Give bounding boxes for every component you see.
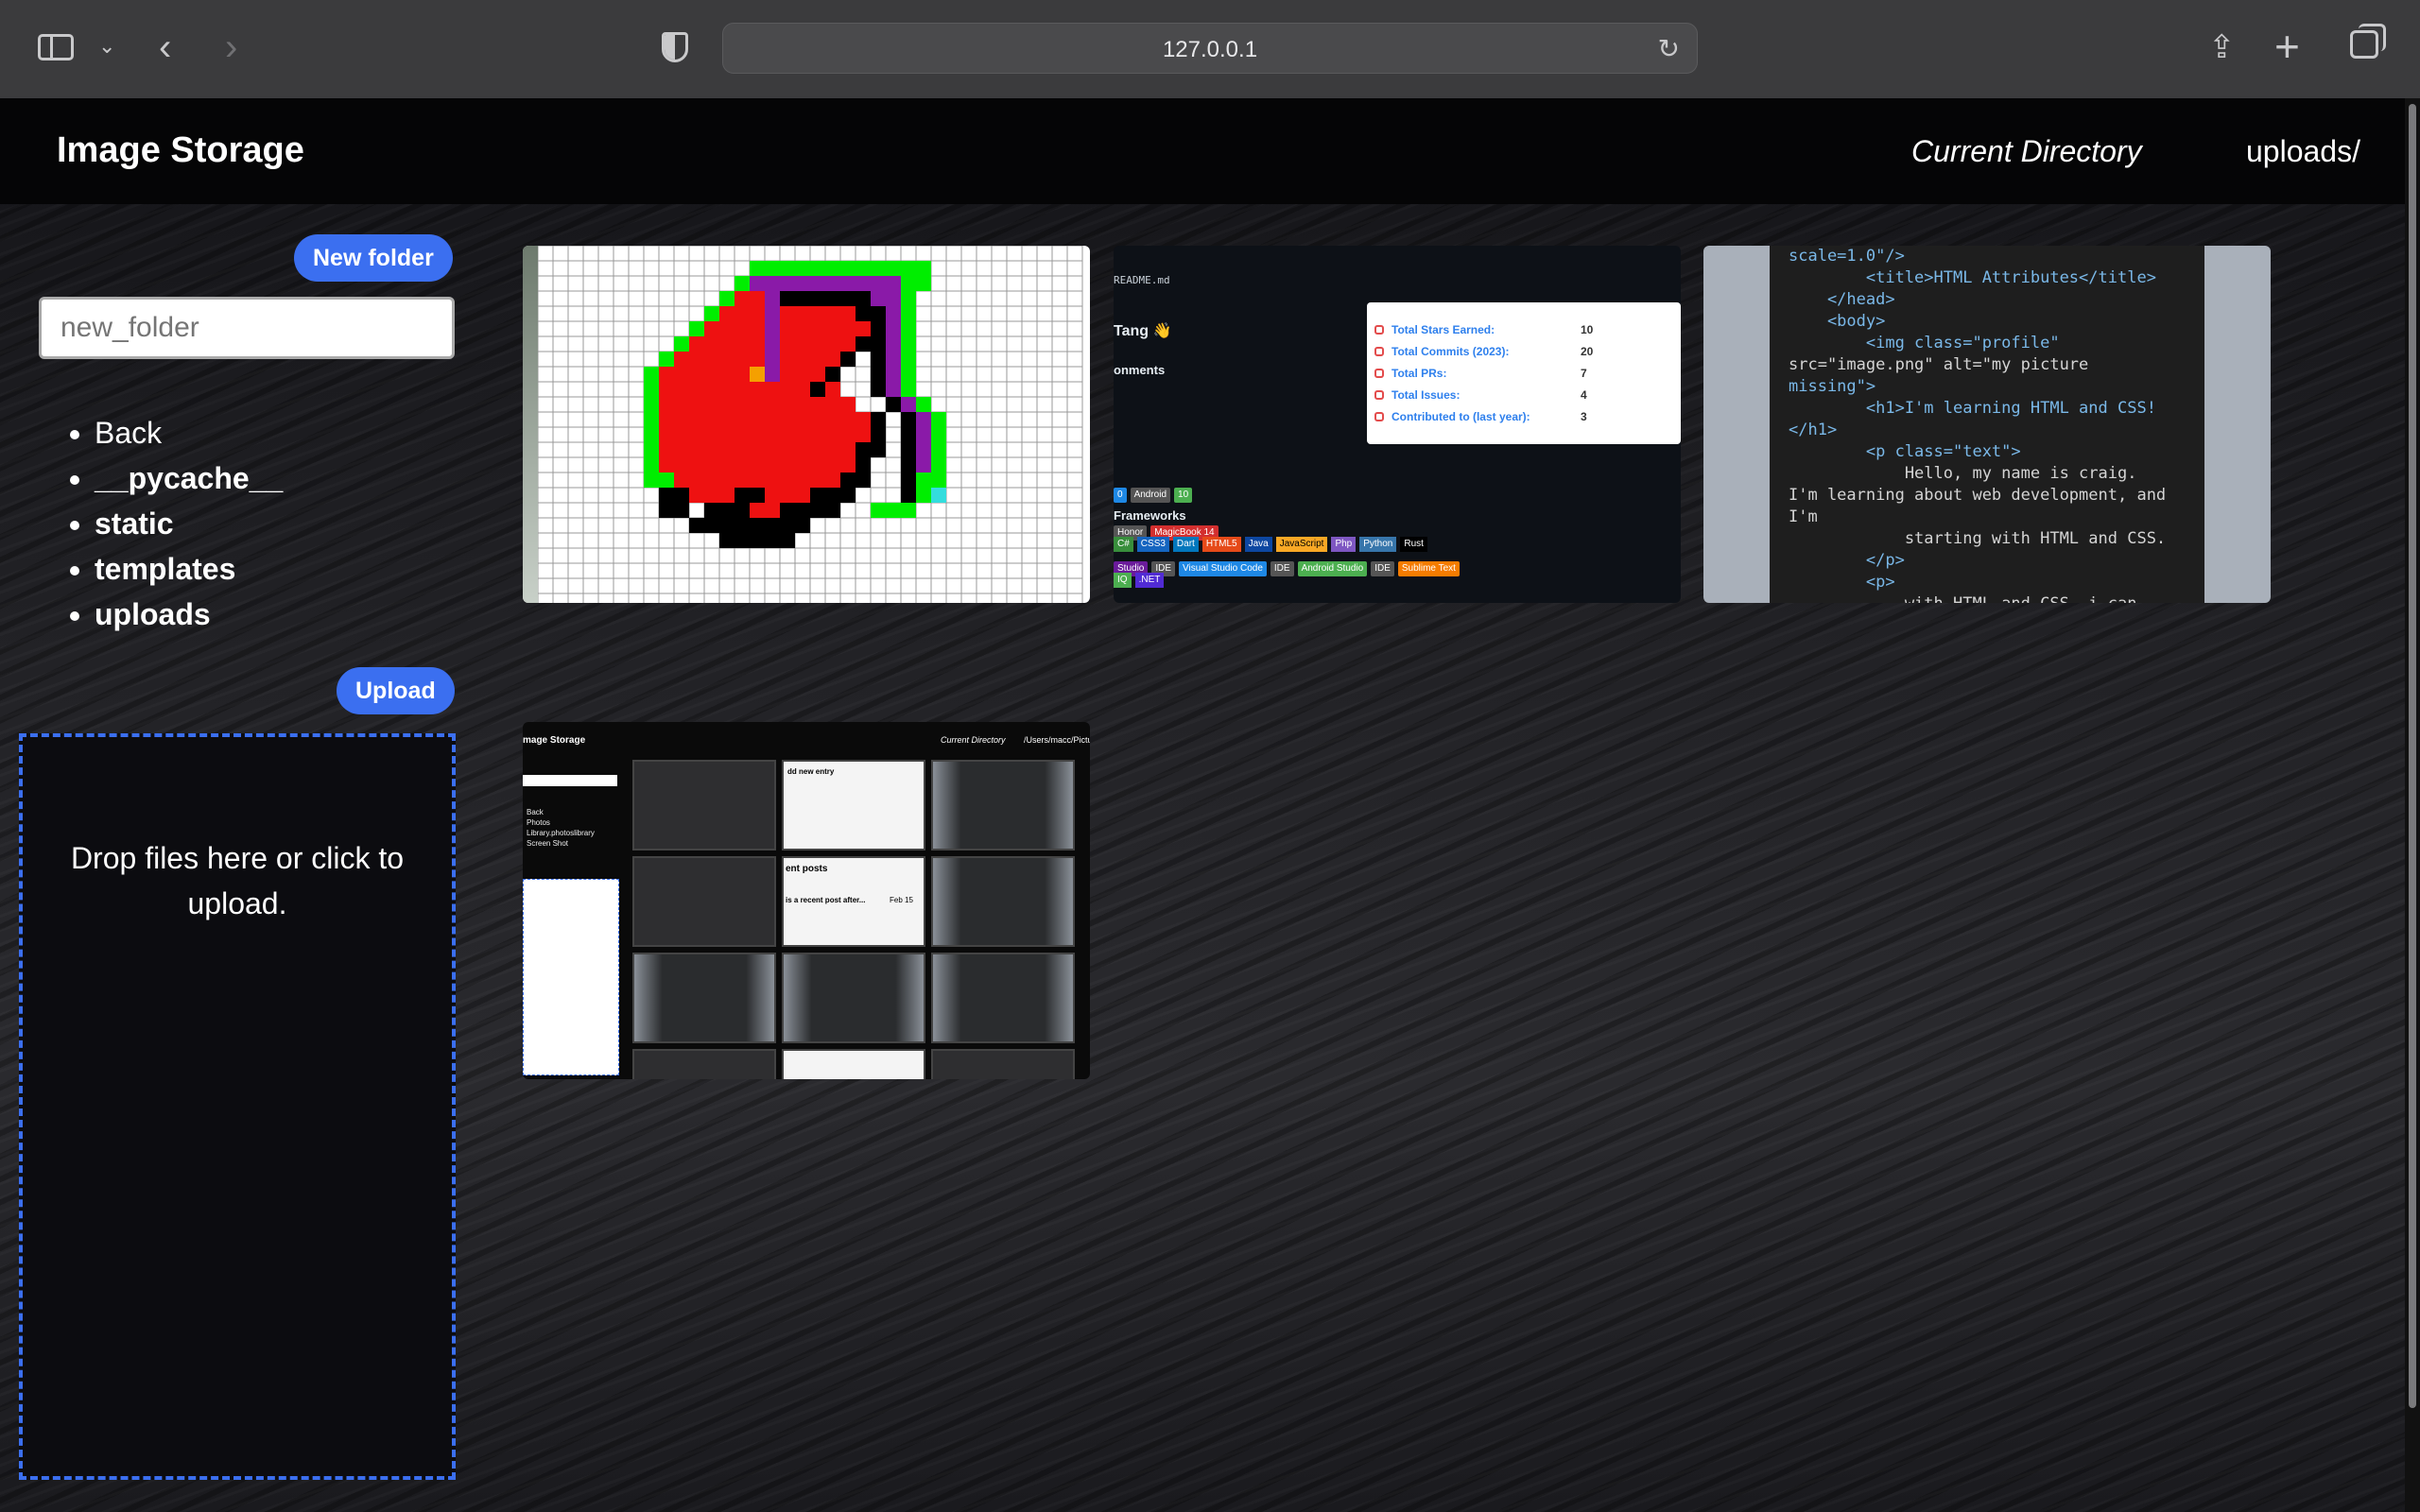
code-line: Hello, my name is craig. <box>1789 464 2137 483</box>
readme-frameworks-heading: Frameworks <box>1114 508 1186 523</box>
page-title: Image Storage <box>57 130 304 170</box>
share-icon[interactable]: ⇪ <box>2208 28 2236 66</box>
folder-list: Back __pycache__ static templates upload… <box>57 410 283 637</box>
dropzone-text: Drop files here or click to upload. <box>70 841 405 920</box>
mini-tile: ent posts is a recent post after... Feb … <box>782 856 925 947</box>
folder-item-pycache[interactable]: __pycache__ <box>95 455 283 501</box>
code-line: I'm <box>1789 507 1818 526</box>
upload-button[interactable]: Upload <box>337 667 455 714</box>
sidebar-toggle-icon[interactable] <box>38 34 74 60</box>
mini-input <box>523 775 617 786</box>
image-thumbnail-app-screenshot[interactable]: mage Storage Current Directory /Users/ma… <box>523 722 1090 1079</box>
mini-tile <box>632 856 776 947</box>
page-scrollbar[interactable] <box>2405 98 2420 1512</box>
image-thumbnail-pixel-art[interactable] <box>523 246 1090 603</box>
reload-icon[interactable]: ↻ <box>1658 33 1680 64</box>
folder-item-static[interactable]: static <box>95 501 283 546</box>
mini-tile <box>931 953 1075 1043</box>
readme-greeting: Tang 👋 <box>1114 323 1172 339</box>
code-line: <img class="profile" <box>1789 334 2060 352</box>
page-body: Image Storage Current Directory uploads/… <box>0 98 2405 1512</box>
code-line: </h1> <box>1789 421 1838 439</box>
folder-item-templates[interactable]: templates <box>95 546 283 592</box>
code-line: <h1>I'm learning HTML and CSS! <box>1789 399 2156 418</box>
current-directory-value: uploads/ <box>2246 134 2360 168</box>
image-thumbnail-readme[interactable]: README.md Tang 👋 onments Frameworks Tota… <box>1114 246 1681 603</box>
new-folder-input[interactable] <box>39 297 455 359</box>
badge-row: Honor MagicBook 14 <box>1114 525 1219 541</box>
pr-icon <box>1374 369 1384 378</box>
code-line: </p> <box>1789 551 1905 570</box>
code-line: <title>HTML Attributes</title> <box>1789 268 2156 287</box>
code-line: with HTML and CSS, i can <box>1789 593 2204 603</box>
badge-row: Studio IDE Visual Studio Code IDE Androi… <box>1114 561 1460 576</box>
mini-title: mage Storage <box>523 735 586 746</box>
code-snippet: scale=1.0"/> <title>HTML Attributes</tit… <box>1770 246 2204 603</box>
stat-row: Total Commits (2023): 20 <box>1392 345 1594 358</box>
stat-row: Total PRs: 7 <box>1392 367 1587 380</box>
folder-item-back[interactable]: Back <box>95 410 283 455</box>
code-line: <p> <box>1789 573 1895 592</box>
mini-tile <box>931 760 1075 850</box>
mini-path: /Users/macc/Pictur <box>1024 735 1090 745</box>
url-text: 127.0.0.1 <box>1162 37 1258 62</box>
code-line: I'm learning about web development, and <box>1789 486 2167 505</box>
new-folder-button[interactable]: New folder <box>294 234 453 282</box>
scrollbar-thumb[interactable] <box>2409 104 2416 1408</box>
new-tab-icon[interactable]: + <box>2274 21 2300 72</box>
forward-icon[interactable]: › <box>225 26 237 69</box>
current-directory-label: Current Directory <box>1911 134 2142 168</box>
mini-tile: dd new entry <box>782 760 925 850</box>
address-bar[interactable]: 127.0.0.1 ↻ <box>722 23 1698 74</box>
tab-overview-icon[interactable] <box>2350 24 2386 59</box>
file-dropzone[interactable]: Drop files here or click to upload. <box>19 733 456 1480</box>
mini-tile <box>632 1049 776 1079</box>
folder-item-uploads[interactable]: uploads <box>95 592 283 637</box>
code-line: scale=1.0"/> <box>1789 247 1905 266</box>
readme-environments-heading: onments <box>1114 363 1166 377</box>
mini-tile <box>782 1049 925 1079</box>
mini-tile <box>632 953 776 1043</box>
mini-tile <box>782 953 925 1043</box>
code-line: src="image.png" alt="my picture <box>1789 355 2089 374</box>
chevron-down-icon[interactable]: ⌄ <box>98 34 115 59</box>
code-line: <p class="text"> <box>1789 442 2021 461</box>
code-line: <body> <box>1789 312 1886 331</box>
code-line: </head> <box>1789 290 1895 309</box>
mini-current-directory: Current Directory <box>941 735 1006 745</box>
mini-dropzone <box>523 879 619 1075</box>
repo-icon <box>1374 412 1384 421</box>
mini-tile <box>632 760 776 850</box>
badge-row: 0 Android 10 <box>1114 488 1193 503</box>
pixel-art-image <box>538 246 1083 603</box>
stat-row: Total Issues: 4 <box>1392 388 1587 402</box>
code-line: starting with HTML and CSS. <box>1789 529 2167 548</box>
readme-filename: README.md <box>1114 274 1170 286</box>
site-header: Image Storage Current Directory uploads/ <box>0 98 2405 204</box>
thumbnail-edge <box>523 246 538 603</box>
commit-icon <box>1374 347 1384 356</box>
github-stats-card: Total Stars Earned: 10 Total Commits (202… <box>1367 302 1681 444</box>
stat-row: Contributed to (last year): 3 <box>1392 410 1587 423</box>
image-thumbnail-code[interactable]: scale=1.0"/> <title>HTML Attributes</tit… <box>1703 246 2271 603</box>
issue-icon <box>1374 390 1384 400</box>
mini-tile <box>931 856 1075 947</box>
stat-row: Total Stars Earned: 10 <box>1392 323 1594 336</box>
back-icon[interactable]: ‹ <box>159 26 171 69</box>
mini-tile <box>931 1049 1075 1079</box>
browser-toolbar: ⌄ ‹ › 127.0.0.1 ↻ ⇪ + <box>0 0 2420 99</box>
shield-icon[interactable] <box>662 32 688 62</box>
mini-folder-list: Back Photos Library.photoslibrary Screen… <box>527 808 595 848</box>
code-line: missing"> <box>1789 377 1876 396</box>
star-icon <box>1374 325 1384 335</box>
